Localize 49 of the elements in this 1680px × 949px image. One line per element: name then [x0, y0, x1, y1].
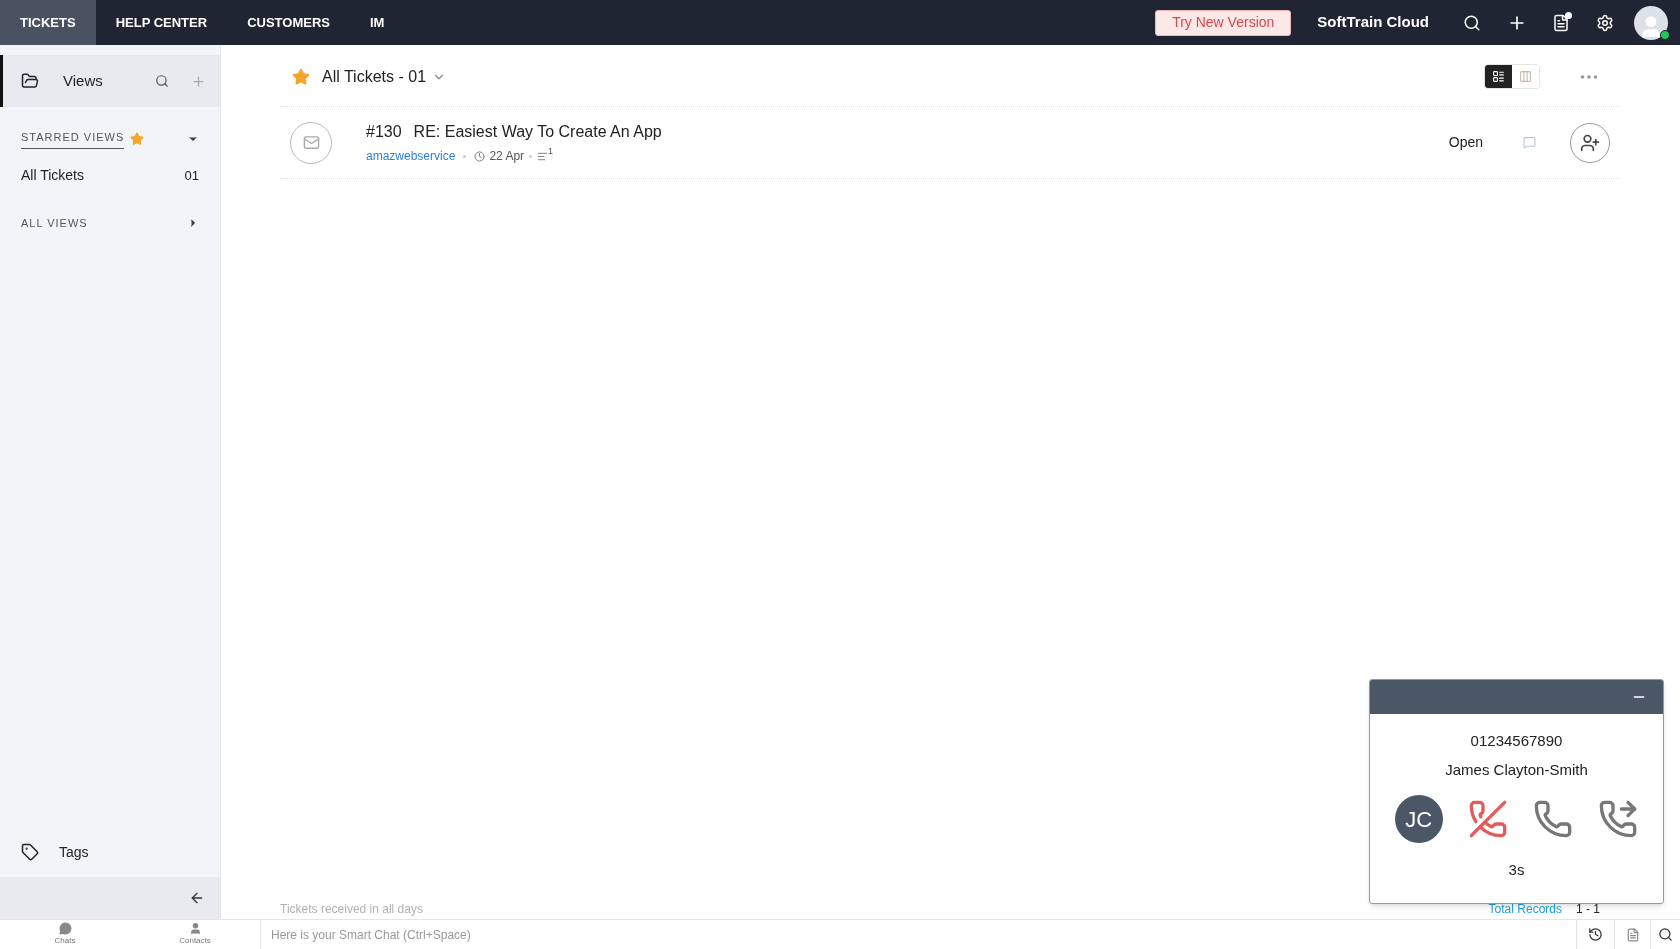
hang-up-icon[interactable]	[1467, 799, 1508, 839]
star-icon	[130, 131, 145, 146]
user-avatar[interactable]	[1634, 5, 1668, 40]
contacts-tab[interactable]: Contacts	[130, 920, 260, 949]
columns-icon	[1519, 70, 1532, 83]
hold-call-icon[interactable]	[1533, 799, 1574, 839]
history-icon[interactable]	[1588, 927, 1603, 942]
due-clock-icon	[474, 150, 486, 162]
tags-icon	[21, 843, 39, 861]
tags-link[interactable]: Tags	[59, 841, 89, 863]
nav-tab[interactable]: IM	[349, 0, 405, 45]
nav-tab[interactable]: HELP CENTER	[95, 0, 228, 45]
all-views-label[interactable]: ALL VIEWS	[21, 214, 187, 231]
person-icon	[188, 922, 202, 935]
transfer-call-icon[interactable]	[1598, 799, 1639, 839]
nav-tab[interactable]: CUSTOMERS	[227, 0, 350, 45]
favorite-star-icon[interactable]	[292, 67, 310, 86]
ticket-subject[interactable]: RE: Easiest Way To Create An App	[413, 120, 662, 144]
caller-avatar: JC	[1394, 795, 1443, 843]
thread-icon	[537, 150, 549, 162]
views-icon	[21, 72, 39, 90]
footer-note: Tickets received in all days	[280, 901, 423, 918]
list-view-button[interactable]	[1485, 65, 1512, 88]
chat-bubble-icon	[58, 922, 72, 935]
starred-views-label[interactable]: STARRED VIEWS	[21, 129, 125, 149]
ticket-row[interactable]: #130 RE: Easiest Way To Create An App amazwebservice 22 Apr 1 Open	[280, 107, 1620, 179]
org-name[interactable]: SoftTrain Cloud	[1317, 11, 1429, 34]
search-icon[interactable]	[1463, 13, 1481, 32]
contact-link[interactable]: amazwebservice	[366, 147, 456, 165]
thread-count: 1	[548, 145, 554, 159]
caller-name: James Clayton-Smith	[1444, 759, 1589, 780]
caller-phone: 01234567890	[1469, 731, 1564, 751]
views-title: Views	[63, 70, 104, 91]
ticket-number: #130	[366, 122, 402, 142]
nav-tab[interactable]: TICKETS	[0, 0, 96, 45]
total-records-label: Total Records	[1488, 901, 1562, 918]
view-title[interactable]: All Tickets - 01	[322, 64, 427, 89]
call-duration: 3s	[1507, 860, 1526, 880]
smart-chat-field[interactable]: Here is your Smart Chat (Ctrl+Space)	[260, 920, 1576, 949]
chats-tab[interactable]: Chats	[0, 920, 130, 949]
search-icon[interactable]	[1658, 927, 1673, 942]
notes-icon[interactable]	[1552, 13, 1570, 32]
try-new-version-button[interactable]: Try New Version	[1155, 9, 1292, 36]
view-item[interactable]: All Tickets 01	[0, 162, 220, 189]
settings-icon[interactable]	[1596, 13, 1614, 32]
ticket-status[interactable]: Open	[1448, 132, 1483, 153]
ticket-date: 22 Apr	[489, 148, 525, 165]
list-icon	[1492, 70, 1505, 83]
total-records-range: 1 - 1	[1576, 901, 1600, 918]
